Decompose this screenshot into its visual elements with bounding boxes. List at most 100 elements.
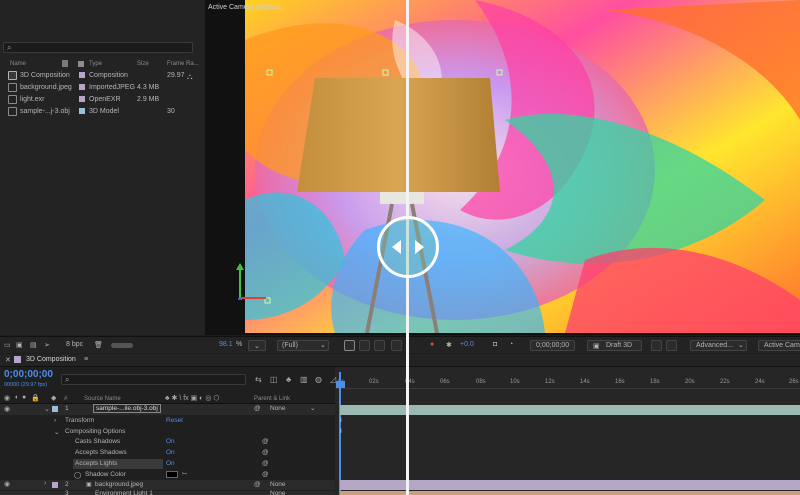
project-item[interactable]: 3D Composition Composition 29.97 ⛬ xyxy=(0,70,205,82)
compositing-options-group[interactable]: Compositing Options xyxy=(65,428,125,435)
column-source-name[interactable]: Source Name xyxy=(84,396,121,402)
chevron-right-icon[interactable]: › xyxy=(54,417,56,424)
parent-dropdown[interactable]: None xyxy=(270,481,286,488)
keyframe-marker-icon[interactable]: I xyxy=(340,428,342,435)
layer-name[interactable]: sample-...ile.obj-3.obj xyxy=(93,404,161,413)
casts-shadows-label: Casts Shadows xyxy=(75,438,121,445)
snapshot-icon[interactable]: ▭ xyxy=(4,341,11,349)
stopwatch-icon[interactable]: ◯ xyxy=(74,471,81,479)
resolution-dropdown[interactable]: (Full) ⌄ xyxy=(277,340,329,351)
project-item[interactable]: sample-...j-3.obj 3D Model 30 xyxy=(0,106,205,118)
pickwhip-icon[interactable]: @ xyxy=(262,471,269,478)
eye-icon[interactable]: ◉ xyxy=(4,480,10,488)
column-frame-rate[interactable]: Frame Ra... xyxy=(167,61,199,67)
chevron-down-icon[interactable]: ⌄ xyxy=(44,405,50,413)
layer-search-input[interactable]: ⌕ xyxy=(61,374,246,385)
channels-icon[interactable] xyxy=(391,340,402,351)
project-item[interactable]: background.jpeg ImportedJPEG 4.3 MB xyxy=(0,82,205,94)
bit-depth-button[interactable]: 8 bpc xyxy=(66,341,83,348)
playhead-handle[interactable] xyxy=(336,381,345,388)
transform-reset[interactable]: Reset xyxy=(166,417,183,424)
keyframe-marker-icon[interactable]: I xyxy=(340,417,342,424)
accepts-lights-value[interactable]: On xyxy=(166,460,175,467)
chevron-right-icon[interactable]: › xyxy=(44,480,46,487)
chevron-down-icon[interactable]: ⌄ xyxy=(54,428,59,436)
pickwhip-icon[interactable]: @ xyxy=(262,438,269,445)
column-size[interactable]: Size xyxy=(137,61,149,67)
chevron-down-icon: ⌄ xyxy=(320,342,326,349)
project-panel: ⌕ Name Type Size Frame Ra... 3D Composit… xyxy=(0,0,205,335)
column-type[interactable]: Type xyxy=(89,61,102,67)
folder-icon[interactable]: ▣ xyxy=(16,341,23,349)
region-of-interest-icon[interactable] xyxy=(344,340,355,351)
menu-icon[interactable]: ≡ xyxy=(84,356,88,363)
label-column-icon[interactable] xyxy=(78,61,84,67)
pickwhip-icon[interactable]: @ xyxy=(262,449,269,456)
flowchart-icon[interactable]: ➢ xyxy=(44,341,50,349)
eyedropper-icon[interactable]: ⤚ xyxy=(182,470,187,478)
lock-icon[interactable]: 🔒 xyxy=(31,394,40,402)
pickwhip-icon[interactable]: @ xyxy=(254,405,261,412)
layer-duration-bar[interactable] xyxy=(340,405,800,415)
label-swatch[interactable] xyxy=(52,482,58,488)
layer-name[interactable]: Environment Light 1 xyxy=(95,490,153,495)
parent-dropdown[interactable]: None xyxy=(270,490,286,495)
shadow-color-swatch[interactable] xyxy=(166,471,178,478)
color-channels-icon[interactable]: ● xyxy=(430,341,434,348)
column-number[interactable]: # xyxy=(64,396,67,402)
transform-group[interactable]: Transform xyxy=(65,417,94,424)
label-swatch xyxy=(79,108,85,114)
display-icon[interactable] xyxy=(666,340,677,351)
layer-name[interactable]: background.jpeg xyxy=(95,481,143,488)
eye-icon[interactable]: ◉ xyxy=(4,394,10,402)
exposure-value[interactable]: +0.0 xyxy=(460,341,474,348)
comparison-slider-handle[interactable] xyxy=(377,216,439,278)
accepts-shadows-value[interactable]: On xyxy=(166,449,175,456)
show-snapshot-icon[interactable]: ◔ xyxy=(509,341,513,348)
extended-viewer-icon[interactable] xyxy=(651,340,662,351)
draft-3d-toggle[interactable]: ▣ Draft 3D xyxy=(587,340,642,351)
flowchart-icon[interactable]: ⛬ xyxy=(187,72,193,82)
parent-dropdown[interactable]: None xyxy=(270,405,286,412)
zoom-value[interactable]: 98.1 xyxy=(219,341,233,348)
item-fps: 29.97 xyxy=(167,72,185,79)
close-icon[interactable]: ✕ xyxy=(5,356,11,364)
pickwhip-icon[interactable]: @ xyxy=(254,481,261,488)
column-parent-link[interactable]: Parent & Link xyxy=(254,396,290,402)
label-swatch xyxy=(79,96,85,102)
frame-blending-icon[interactable]: ▥ xyxy=(300,375,308,384)
solo-icon[interactable]: ● xyxy=(22,394,26,401)
draft-3d-icon[interactable]: ◫ xyxy=(270,375,278,384)
exposure-icon[interactable]: ✱ xyxy=(446,341,452,349)
camera-icon[interactable]: ◘ xyxy=(493,341,497,348)
audio-icon[interactable]: ◖ xyxy=(14,394,18,401)
column-name[interactable]: Name xyxy=(10,61,26,67)
zoom-dropdown[interactable]: ⌄ xyxy=(248,340,266,351)
shy-layers-icon[interactable]: ♣ xyxy=(286,375,291,384)
eye-icon[interactable]: ◉ xyxy=(4,405,10,413)
motion-blur-icon[interactable]: ◍ xyxy=(315,375,322,384)
label-tag-icon[interactable]: ◆ xyxy=(51,394,56,402)
project-search-input[interactable]: ⌕ xyxy=(3,42,193,53)
mask-toggle-icon[interactable] xyxy=(374,340,385,351)
current-time[interactable]: 0;00;00;00 xyxy=(4,369,53,380)
camera-view-dropdown[interactable]: Active Cam xyxy=(758,340,800,351)
renderer-dropdown[interactable]: Advanced... ⌄ xyxy=(690,340,747,351)
pickwhip-icon[interactable]: @ xyxy=(262,460,269,467)
project-item[interactable]: light.exr OpenEXR 2.9 MB xyxy=(0,94,205,106)
casts-shadows-value[interactable]: On xyxy=(166,438,175,445)
composition-tab[interactable]: 3D Composition xyxy=(26,356,76,363)
label-tag-icon[interactable] xyxy=(62,60,68,67)
viewer-timecode[interactable]: 0;00;00;00 xyxy=(530,340,575,351)
thumbnail-slider[interactable] xyxy=(111,343,133,348)
layer-duration-bar[interactable] xyxy=(340,491,800,495)
switches-icons[interactable]: ♣ ✱ \ fx ▣ ◐ ◎ ⬡ xyxy=(165,394,220,402)
chevron-down-icon[interactable]: ⌄ xyxy=(310,404,315,412)
comp-icon[interactable]: ▤ xyxy=(30,341,37,349)
label-swatch[interactable] xyxy=(52,406,58,412)
trash-icon[interactable]: 🗑 xyxy=(94,341,103,349)
axis-gizmo-icon xyxy=(236,263,266,300)
layer-duration-bar[interactable] xyxy=(340,480,800,490)
transparency-grid-icon[interactable] xyxy=(359,340,370,351)
comp-mini-flowchart-icon[interactable]: ⇆ xyxy=(255,375,262,384)
